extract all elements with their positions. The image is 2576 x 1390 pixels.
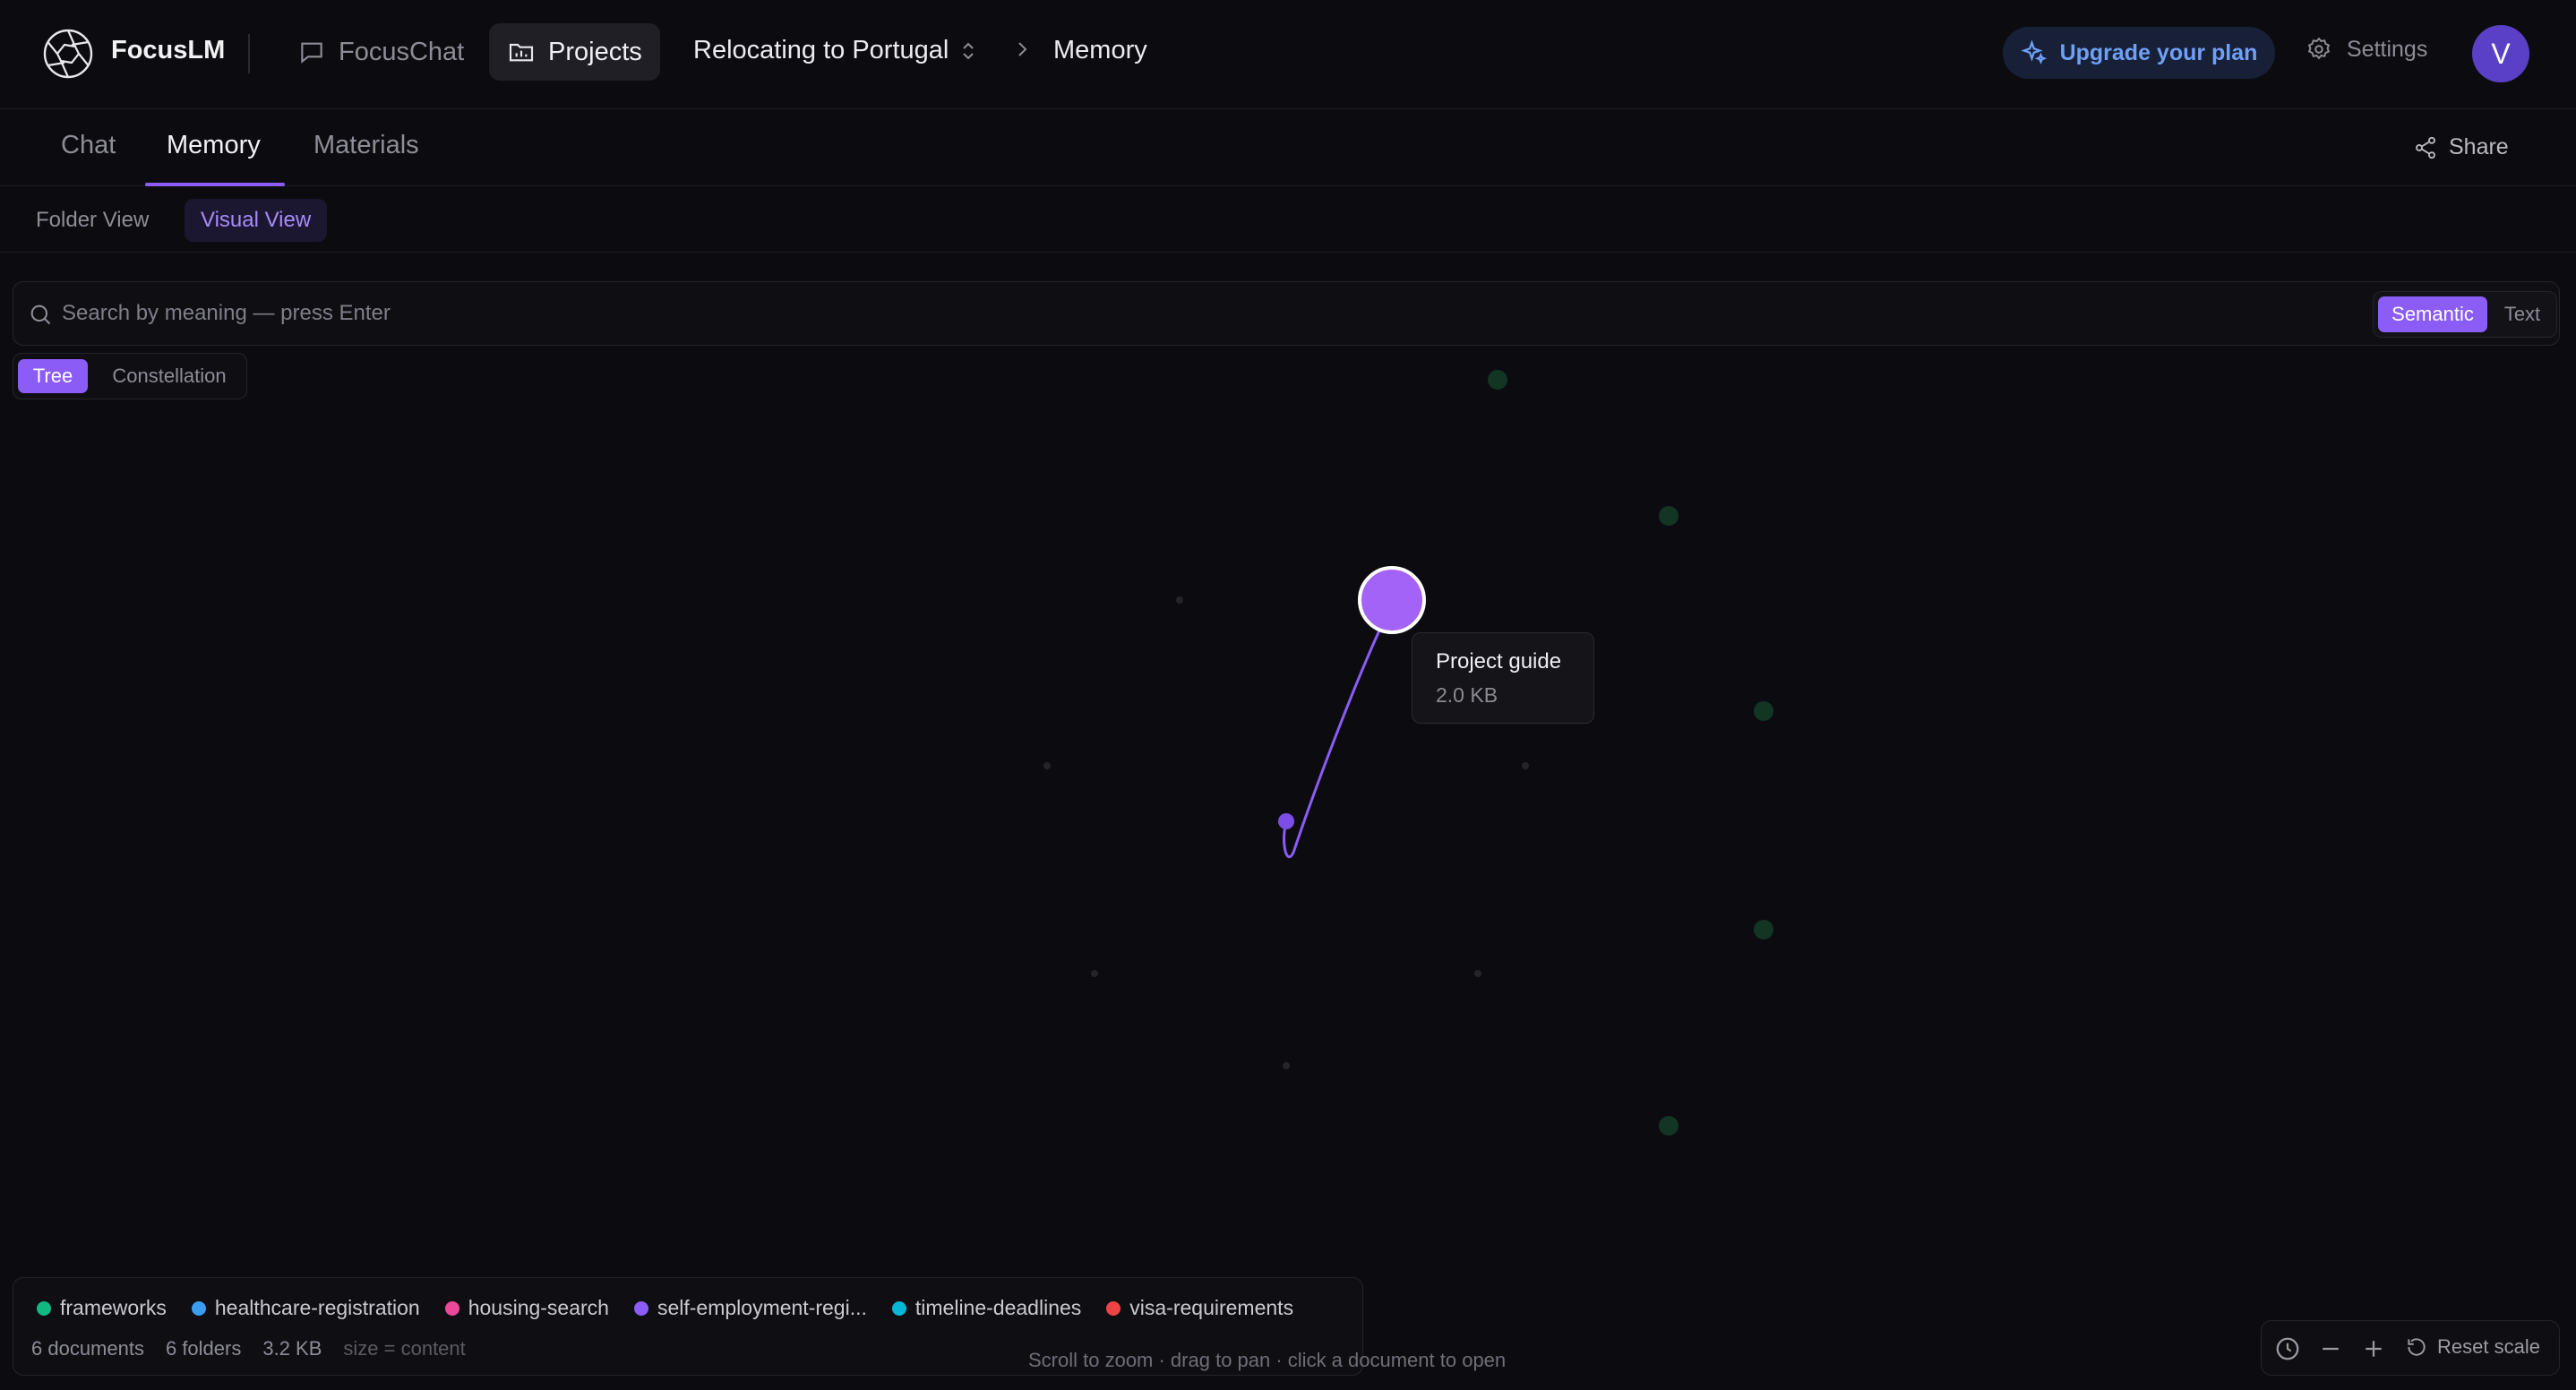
folder-node[interactable] (1488, 370, 1507, 390)
chat-bubble-icon (301, 42, 322, 64)
folder-node[interactable] (1659, 1116, 1679, 1136)
document-node[interactable] (1043, 762, 1051, 769)
legend-label: frameworks (60, 1296, 167, 1319)
nav-focuschat-label: FocusChat (339, 37, 465, 66)
folder-node[interactable] (1754, 920, 1773, 940)
document-node[interactable] (1283, 1062, 1290, 1069)
gear-icon (2307, 37, 2331, 60)
focuslm-logo-icon[interactable] (41, 27, 95, 81)
divider (248, 34, 250, 73)
folder-nodes (1488, 370, 1773, 1136)
legend-label: housing-search (468, 1296, 609, 1319)
legend-label: timeline-deadlines (914, 1296, 1082, 1319)
zoom-controls: Reset scale (2261, 1320, 2560, 1376)
document-node[interactable] (1474, 970, 1481, 977)
legend-label: healthcare-registration (214, 1296, 420, 1319)
legend-items: frameworks healthcare-registration housing… (37, 1296, 1293, 1320)
nav-projects-label: Projects (548, 37, 642, 66)
interaction-hint: Scroll to zoom · drag to pan · click a d… (1028, 1349, 1507, 1371)
project-name: Relocating to Portugal (693, 36, 949, 64)
search-mode-toggle: Semantic Text (2373, 291, 2557, 338)
user-avatar[interactable]: V (2472, 25, 2529, 82)
upgrade-plan-button[interactable]: Upgrade your plan (2003, 27, 2275, 79)
semantic-mode-button[interactable]: Semantic (2378, 296, 2487, 332)
document-node[interactable] (1522, 762, 1529, 769)
view-switcher: Folder View Visual View (0, 186, 2576, 253)
legend-color-dot (191, 1300, 206, 1316)
brand-name: FocusLM (111, 36, 226, 64)
visual-view-button[interactable]: Visual View (185, 199, 328, 242)
selected-document-node[interactable] (1358, 566, 1426, 634)
upgrade-plan-label: Upgrade your plan (2059, 39, 2258, 65)
search-icon (30, 305, 51, 325)
legend-label: self-employment-regi... (657, 1296, 867, 1319)
constellation-layout-button[interactable]: Constellation (96, 359, 243, 393)
documents-count: 6 documents (31, 1337, 144, 1360)
zoom-in-icon[interactable] (2360, 1335, 2387, 1362)
tab-materials[interactable]: Materials (313, 131, 419, 160)
folders-count: 6 folders (165, 1337, 242, 1360)
legend-color-dot (1106, 1300, 1121, 1316)
share-icon (2416, 136, 2435, 159)
search-bar: Semantic Text (13, 281, 2560, 346)
tab-memory[interactable]: Memory (167, 131, 261, 160)
chevron-right-icon (1018, 42, 1027, 56)
reset-scale-button[interactable]: Reset scale (2405, 1335, 2540, 1359)
legend-color-dot (444, 1300, 459, 1316)
text-mode-button[interactable]: Text (2492, 296, 2553, 332)
legend-item[interactable]: visa-requirements (1106, 1296, 1293, 1320)
legend-label: visa-requirements (1129, 1296, 1294, 1319)
tooltip-title: Project guide (1436, 649, 1562, 674)
size-hint: size = content (343, 1337, 466, 1360)
sparkles-icon (2020, 39, 2047, 64)
settings-button[interactable]: Settings (2306, 36, 2427, 63)
layout-toggle: Tree Constellation (13, 353, 247, 399)
reset-icon (2408, 1338, 2426, 1356)
legend-color-dot (633, 1300, 648, 1316)
document-tooltip: Project guide 2.0 KB (1412, 632, 1594, 724)
legend-item[interactable]: housing-search (444, 1296, 609, 1320)
legend-item[interactable]: frameworks (37, 1296, 167, 1320)
share-label: Share (2449, 134, 2509, 159)
document-node[interactable] (1176, 596, 1183, 604)
nav-focuschat-button[interactable]: FocusChat (279, 23, 482, 81)
folder-node[interactable] (1659, 506, 1679, 526)
tab-bar: Chat Memory Materials Share (0, 109, 2576, 186)
legend-item[interactable]: self-employment-regi... (633, 1296, 867, 1320)
legend-item[interactable]: timeline-deadlines (891, 1296, 1082, 1320)
folder-view-button[interactable]: Folder View (20, 199, 165, 242)
folder-chart-icon (509, 43, 534, 62)
total-size: 3.2 KB (262, 1337, 322, 1360)
breadcrumb-current: Memory (1053, 36, 1147, 64)
tree-layout-button[interactable]: Tree (18, 359, 88, 393)
legend-color-dot (891, 1300, 906, 1316)
legend-item[interactable]: healthcare-registration (191, 1296, 420, 1320)
project-switcher[interactable]: Relocating to Portugal (693, 36, 977, 65)
tab-chat[interactable]: Chat (61, 131, 116, 160)
tooltip-size: 2.0 KB (1436, 683, 1498, 707)
chevron-updown-icon (963, 42, 975, 59)
clock-icon[interactable] (2274, 1335, 2301, 1362)
document-node[interactable] (1091, 970, 1098, 977)
root-node[interactable] (1278, 813, 1294, 829)
tree-edge (1283, 630, 1381, 859)
reset-scale-label: Reset scale (2437, 1335, 2540, 1358)
folder-node[interactable] (1754, 701, 1773, 721)
legend-color-dot (37, 1300, 51, 1316)
search-input[interactable] (62, 295, 2301, 332)
zoom-out-icon[interactable] (2317, 1335, 2344, 1362)
graph-stats: 6 documents 6 folders 3.2 KB size = cont… (31, 1337, 466, 1360)
settings-label: Settings (2347, 36, 2428, 62)
top-bar: FocusLM FocusChat Projects Relocating to… (0, 0, 2576, 109)
nav-projects-button[interactable]: Projects (489, 23, 660, 81)
share-button[interactable]: Share (2413, 134, 2509, 160)
